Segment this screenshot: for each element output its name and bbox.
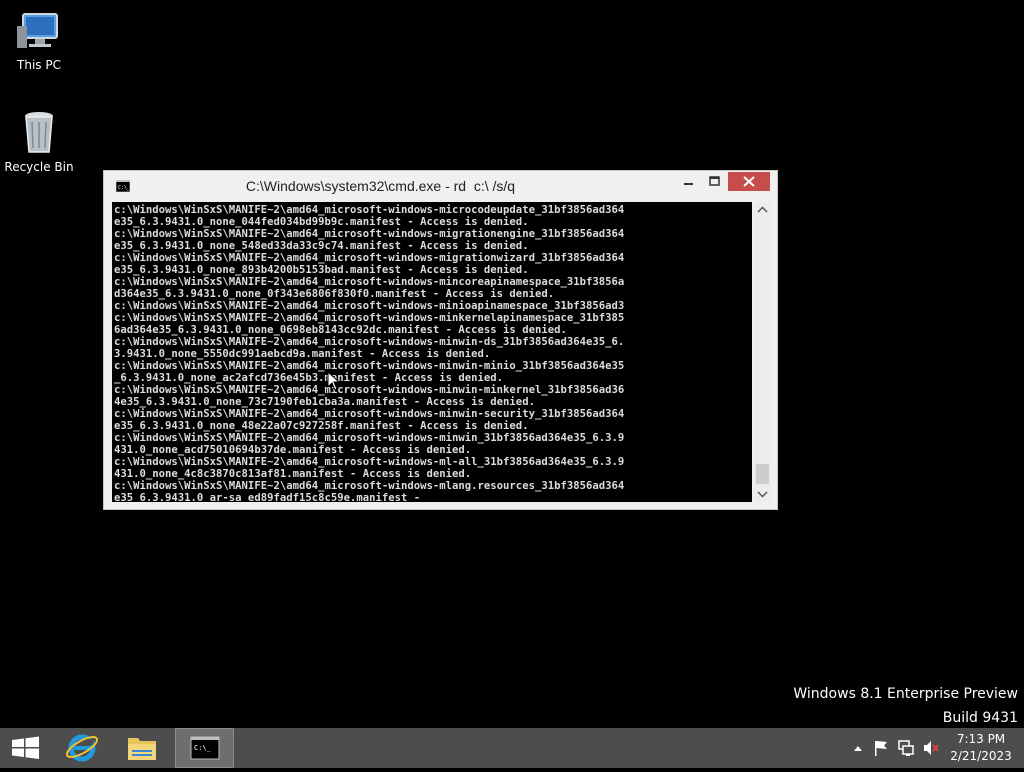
taskbar: C:\_ 7:13 PM 2/21/2023 (0, 728, 1024, 768)
this-pc-label: This PC (17, 58, 61, 72)
console-line: e35_6.3.9431.0_none_48e22a07c927258f.man… (114, 420, 529, 432)
console-line: c:\Windows\WinSxS\MANIFE~2\amd64_microso… (114, 432, 625, 444)
console-line: c:\Windows\WinSxS\MANIFE~2\amd64_microso… (114, 336, 625, 348)
console-line: 431.0_none_4c8c3870c813af81.manifest - A… (114, 468, 472, 480)
cmd-app-icon: C:\_ (116, 180, 130, 192)
console-text: c:\Windows\WinSxS\MANIFE~2\amd64_microso… (112, 202, 752, 502)
edition-watermark: Windows 8.1 Enterprise Preview (793, 686, 1018, 702)
recycle-bin-desktop-icon[interactable]: Recycle Bin (0, 108, 78, 174)
scroll-thumb[interactable] (756, 464, 769, 484)
internet-explorer-taskbar-button[interactable] (52, 728, 112, 768)
console-line: e35_6.3.9431.0_none_044fed034bd99b9c.man… (114, 216, 529, 228)
console-line: c:\Windows\WinSxS\MANIFE~2\amd64_microso… (114, 300, 625, 312)
scroll-down-button[interactable] (754, 486, 771, 502)
vertical-scrollbar[interactable] (754, 202, 771, 502)
command-prompt-icon: C:\_ (190, 736, 220, 760)
build-watermark: Build 9431 (942, 710, 1018, 726)
console-line: c:\Windows\WinSxS\MANIFE~2\amd64_microso… (114, 276, 625, 288)
folder-icon (128, 738, 156, 760)
flag-icon (875, 741, 887, 756)
recycle-bin-label: Recycle Bin (4, 160, 74, 174)
chevron-down-icon (757, 491, 768, 498)
console-line: 4e35_6.3.9431.0_none_73c7190feb1cba3a.ma… (114, 396, 535, 408)
console-line: c:\Windows\WinSxS\MANIFE~2\amd64_microso… (114, 456, 625, 468)
minimize-icon (684, 183, 693, 185)
volume-muted-icon (924, 741, 939, 755)
console-line: c:\Windows\WinSxS\MANIFE~2\amd64_microso… (114, 360, 625, 372)
action-center-button[interactable] (872, 728, 890, 768)
maximize-icon (709, 176, 720, 186)
console-line: e35_6.3.9431.0_none_893b4200b5153bad.man… (114, 264, 529, 276)
console-line: c:\Windows\WinSxS\MANIFE~2\amd64_microso… (114, 252, 625, 264)
show-hidden-icons-button[interactable] (850, 728, 866, 768)
chevron-up-icon (854, 746, 862, 751)
console-line: c:\Windows\WinSxS\MANIFE~2\amd64_microso… (114, 312, 625, 324)
console-line: d364e35_6.3.9431.0_none_0f343e6806f830f0… (114, 288, 555, 300)
console-line: c:\Windows\WinSxS\MANIFE~2\amd64_microso… (114, 384, 625, 396)
window-title: C:\Windows\system32\cmd.exe - rd c:\ /s/… (245, 178, 516, 194)
network-icon (898, 740, 914, 756)
cmd-window[interactable]: C:\_ C:\Windows\system32\cmd.exe - rd c:… (103, 170, 778, 510)
title-bar[interactable]: C:\_ C:\Windows\system32\cmd.exe - rd c:… (104, 171, 777, 201)
console-line: c:\Windows\WinSxS\MANIFE~2\amd64_microso… (114, 228, 625, 240)
close-button[interactable] (728, 172, 770, 191)
console-line: e35_6.3.9431.0_ar-sa_ed89fadf15c8c59e.ma… (114, 492, 421, 502)
minimize-button[interactable] (676, 172, 702, 191)
console-output[interactable]: c:\Windows\WinSxS\MANIFE~2\amd64_microso… (112, 202, 752, 502)
console-line: _6.3.9431.0_none_ac2afcd736e45b3.manifes… (114, 372, 504, 384)
console-line: 431.0_none_acd75010694b37de.manifest - A… (114, 444, 472, 456)
command-prompt-taskbar-button[interactable]: C:\_ (175, 728, 234, 768)
svg-text:C:\_: C:\_ (118, 185, 130, 191)
network-button[interactable] (897, 728, 915, 768)
console-line: c:\Windows\WinSxS\MANIFE~2\amd64_microso… (114, 204, 625, 216)
console-line: c:\Windows\WinSxS\MANIFE~2\amd64_microso… (114, 480, 625, 492)
chevron-up-icon (757, 206, 768, 213)
clock-time: 7:13 PM (956, 732, 1006, 746)
internet-explorer-icon (65, 734, 99, 762)
windows-logo-icon (12, 736, 39, 759)
console-line: 6ad364e35_6.3.9431.0_none_0698eb8143cc92… (114, 324, 567, 336)
scroll-up-button[interactable] (754, 202, 771, 218)
maximize-button[interactable] (702, 172, 728, 191)
console-line: 3.9431.0_none_5550dc991aebcd9a.manifest … (114, 348, 491, 360)
mouse-cursor-icon (327, 371, 341, 391)
svg-text:C:\_: C:\_ (194, 744, 212, 752)
volume-button[interactable] (922, 728, 940, 768)
computer-icon (17, 13, 58, 48)
recycle-bin-icon (25, 112, 53, 153)
console-line: c:\Windows\WinSxS\MANIFE~2\amd64_microso… (114, 408, 625, 420)
close-icon (743, 176, 755, 187)
file-explorer-taskbar-button[interactable] (112, 728, 172, 768)
taskbar-clock[interactable]: 7:13 PM 2/21/2023 (946, 731, 1016, 765)
console-line: e35_6.3.9431.0_none_548ed33da33c9c74.man… (114, 240, 529, 252)
clock-date: 2/21/2023 (950, 749, 1012, 763)
start-button[interactable] (0, 728, 52, 768)
this-pc-desktop-icon[interactable]: This PC (0, 6, 78, 72)
